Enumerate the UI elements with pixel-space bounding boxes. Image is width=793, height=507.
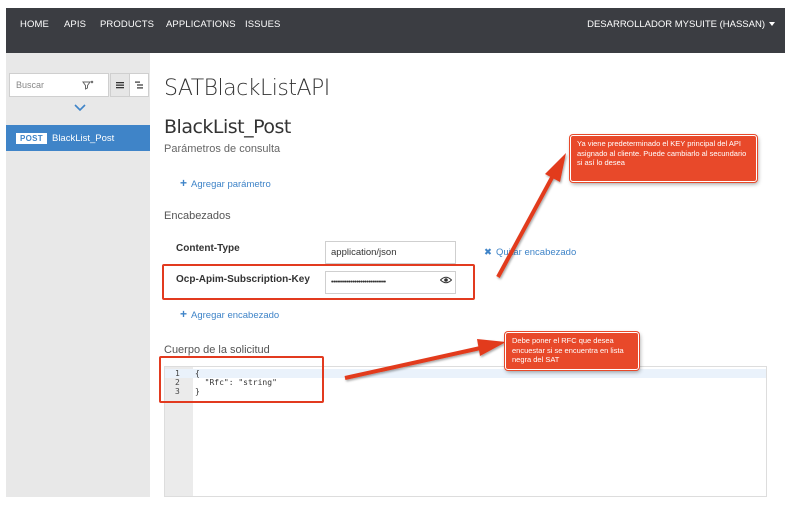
headers-heading: Encabezados — [164, 210, 231, 222]
remove-header-link[interactable]: ✖ Quitar encabezado — [484, 247, 576, 258]
sidebar-item-label: BlackList_Post — [51, 132, 115, 144]
chevron-down-icon[interactable] — [73, 103, 87, 113]
method-badge: POST — [16, 132, 47, 144]
group-view-button[interactable] — [129, 73, 149, 97]
nav-issues[interactable]: ISSUES — [245, 19, 280, 30]
highlight-request-body — [159, 356, 324, 403]
highlight-subscription-key — [162, 264, 475, 300]
filter-icon[interactable] — [81, 78, 95, 92]
add-parameter-link[interactable]: + Agregar parámetro — [180, 176, 271, 190]
header-value-content-type[interactable]: application/json — [325, 241, 456, 264]
nav-products[interactable]: PRODUCTS — [100, 19, 154, 30]
operations-sidebar: POST BlackList_Post — [6, 53, 150, 497]
nav-apis[interactable]: APIS — [64, 19, 86, 30]
nav-home[interactable]: HOME — [20, 19, 49, 30]
close-icon: ✖ — [484, 247, 492, 258]
nav-applications[interactable]: APPLICATIONS — [166, 19, 236, 30]
list-view-button[interactable] — [110, 73, 130, 97]
query-params-heading: Parámetros de consulta — [164, 143, 281, 155]
search-input[interactable] — [16, 78, 78, 92]
callout-subscription-key: Ya viene predeterminado el KEY principal… — [570, 135, 757, 182]
user-menu[interactable]: DESARROLLADOR MYSUITE (HASSAN) — [587, 19, 775, 30]
search-box — [9, 73, 109, 97]
add-header-link[interactable]: + Agregar encabezado — [180, 307, 279, 321]
list-icon — [116, 82, 124, 89]
plus-icon: + — [180, 307, 188, 321]
operation-title: BlackList_Post — [164, 116, 291, 138]
sidebar-item-blacklist-post[interactable]: POST BlackList_Post — [6, 125, 150, 151]
tree-icon — [135, 81, 143, 89]
top-navbar — [6, 8, 785, 53]
request-body-heading: Cuerpo de la solicitud — [164, 344, 270, 356]
user-menu-label: DESARROLLADOR MYSUITE (HASSAN) — [587, 19, 765, 30]
add-header-label: Agregar encabezado — [191, 310, 280, 321]
caret-down-icon — [769, 22, 775, 27]
remove-header-label: Quitar encabezado — [495, 247, 577, 258]
arrow-to-callout-key — [496, 153, 566, 278]
add-parameter-label: Agregar parámetro — [191, 179, 271, 190]
api-title: SATBlackListAPI — [164, 76, 330, 101]
plus-icon: + — [180, 176, 188, 190]
callout-rfc: Debe poner el RFC que desea encuestar si… — [505, 332, 639, 370]
header-name-content-type: Content-Type — [176, 243, 240, 254]
